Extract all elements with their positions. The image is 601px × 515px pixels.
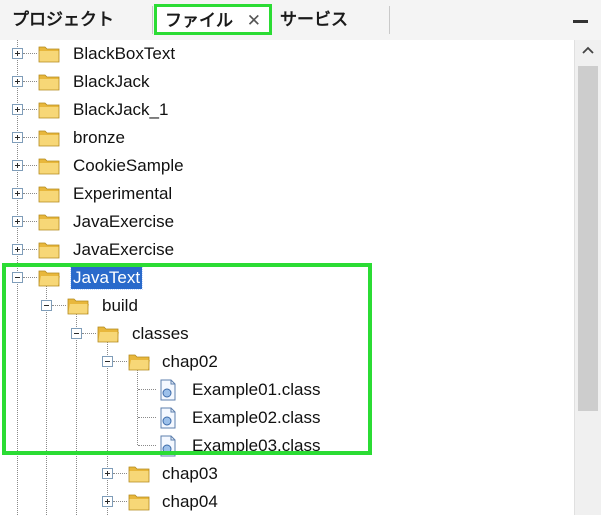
tree-item-label: BlackBoxText [73,44,176,63]
folder-icon [128,494,150,511]
tab-services-label: サービス [280,10,348,29]
expand-icon[interactable] [12,132,23,143]
folder-icon [38,102,60,119]
folder-icon [38,74,60,91]
chevron-up-icon [582,46,594,54]
tree-item-label: Example03.class [192,436,321,455]
tree-item-bronze[interactable]: bronze [0,124,574,152]
folder-open-icon [97,326,119,343]
collapse-icon[interactable] [12,272,23,283]
folder-icon [38,130,60,147]
tree-item-blackjack[interactable]: BlackJack [0,68,574,96]
tree-item-chap04[interactable]: chap04 [0,488,574,515]
tree-item-blackboxtext[interactable]: BlackBoxText [0,40,574,68]
tab-projects-label: プロジェクト [12,10,114,29]
minimize-button[interactable] [571,8,591,28]
tree-item-javatext[interactable]: JavaText [0,264,574,292]
expand-icon[interactable] [102,496,113,507]
tree-item-label: Experimental [73,184,173,203]
tree-item-example02-class[interactable]: Example02.class [0,404,574,432]
class-file-icon [160,407,176,429]
folder-icon [38,46,60,63]
folder-open-icon [128,354,150,371]
vertical-scrollbar[interactable] [574,40,601,515]
tree-item-build[interactable]: build [0,292,574,320]
collapse-icon[interactable] [71,328,82,339]
folder-icon [38,242,60,259]
tree-item-example03-class[interactable]: Example03.class [0,432,574,460]
tab-divider [389,6,390,34]
minimize-icon [573,20,588,23]
expand-icon[interactable] [102,468,113,479]
expand-icon[interactable] [12,104,23,115]
folder-open-icon [38,270,60,287]
tree-item-label: chap03 [162,464,218,483]
folder-icon [128,466,150,483]
tab-files-label: ファイル [165,11,233,30]
folder-open-icon [67,298,89,315]
tab-bar: プロジェクト ファイル ✕ サービス [0,0,601,41]
tree-item-label: Example01.class [192,380,321,399]
file-tree: BlackBoxText BlackJack BlackJack_1 bronz… [0,40,574,515]
tree-item-label: classes [132,324,189,343]
expand-icon[interactable] [12,48,23,59]
tree-item-experimental[interactable]: Experimental [0,180,574,208]
tree-item-label: chap02 [162,352,218,371]
tree-item-label: JavaExercise [73,240,175,259]
expand-icon[interactable] [12,216,23,227]
tree-item-chap03[interactable]: chap03 [0,460,574,488]
tab-files[interactable]: ファイル ✕ [154,4,272,35]
collapse-icon[interactable] [102,356,113,367]
tree-item-label: BlackJack_1 [73,100,169,119]
files-panel: プロジェクト ファイル ✕ サービス BlackBoxText BlackJac… [0,0,601,515]
tree-item-blackjack-1[interactable]: BlackJack_1 [0,96,574,124]
tree-item-javaexercise[interactable]: JavaExercise [0,208,574,236]
tree-item-javaexercise[interactable]: JavaExercise [0,236,574,264]
folder-icon [38,186,60,203]
class-file-icon [160,379,176,401]
tree-item-example01-class[interactable]: Example01.class [0,376,574,404]
expand-icon[interactable] [12,188,23,199]
close-icon[interactable]: ✕ [247,7,261,34]
tree-item-label: chap04 [162,492,218,511]
tab-services[interactable]: サービス [276,4,376,35]
tree-item-label: build [102,296,138,315]
expand-icon[interactable] [12,76,23,87]
tree-item-label: JavaExercise [73,212,175,231]
scroll-up-button[interactable] [575,40,601,62]
scrollbar-thumb[interactable] [578,66,598,411]
tree-item-chap02[interactable]: chap02 [0,348,574,376]
tree-item-label-selected: JavaText [69,266,144,290]
folder-icon [38,158,60,175]
expand-icon[interactable] [12,244,23,255]
tree-item-label: bronze [73,128,125,147]
folder-icon [38,214,60,231]
class-file-icon [160,435,176,457]
tab-divider [152,6,153,34]
tree-item-label: CookieSample [73,156,184,175]
tree-item-label: BlackJack [73,72,150,91]
expand-icon[interactable] [12,160,23,171]
tab-projects[interactable]: プロジェクト [8,4,156,35]
tree-item-classes[interactable]: classes [0,320,574,348]
tree-item-label: Example02.class [192,408,321,427]
collapse-icon[interactable] [41,300,52,311]
tree-item-cookiesample[interactable]: CookieSample [0,152,574,180]
